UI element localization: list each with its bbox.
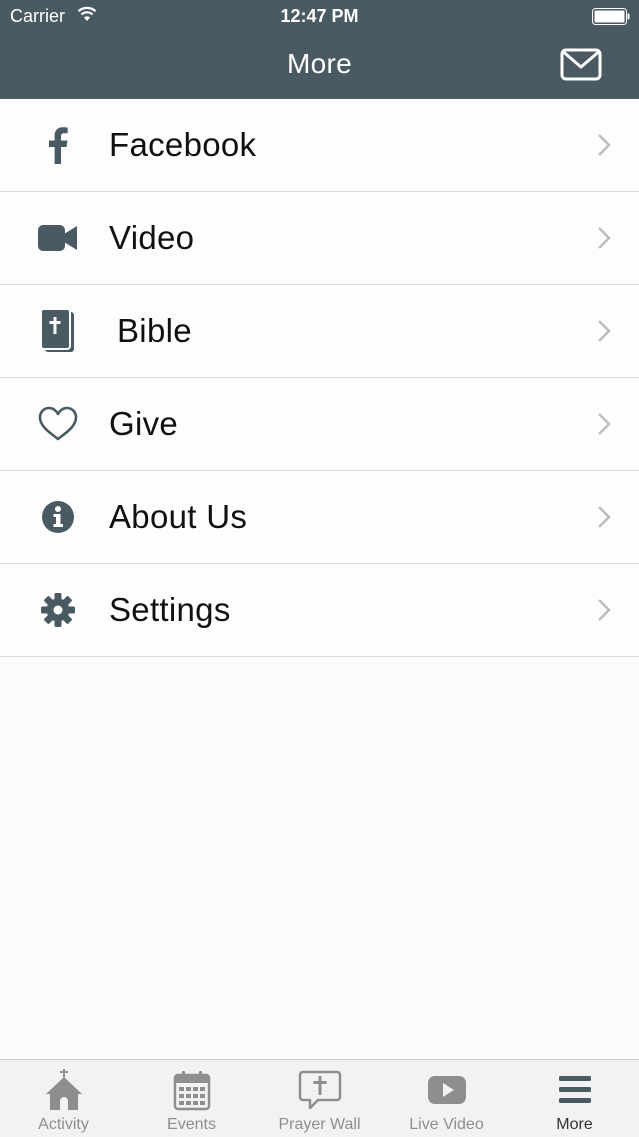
tab-events[interactable]: Events [128,1060,255,1137]
tab-label: Live Video [409,1116,484,1133]
gear-icon [41,593,75,627]
tab-label: More [556,1116,593,1133]
video-camera-icon [38,225,77,251]
play-icon [427,1076,466,1104]
mail-icon [560,48,602,81]
status-time: 12:47 PM [280,6,359,26]
bible-icon [40,309,74,352]
tab-more[interactable]: More [511,1060,638,1137]
more-menu-list: Facebook Video Bible Give About Us Setti… [0,99,639,657]
menu-item-about-us[interactable]: About Us [0,471,639,564]
mail-button[interactable] [560,47,602,83]
navigation-header: Carrier 12:47 PM More [0,0,639,99]
menu-item-give[interactable]: Give [0,378,639,471]
facebook-icon [49,127,68,164]
tab-live-video[interactable]: Live Video [383,1060,510,1137]
chevron-right-icon [598,506,611,528]
menu-item-label: Bible [117,312,192,349]
menu-item-video[interactable]: Video [0,192,639,285]
heart-icon [38,406,78,441]
page-title: More [287,48,352,79]
chevron-right-icon [598,134,611,156]
tab-activity[interactable]: Activity [0,1060,127,1137]
chevron-right-icon [598,227,611,249]
status-bar: Carrier 12:47 PM [0,0,639,32]
chevron-right-icon [598,320,611,342]
menu-item-settings[interactable]: Settings [0,564,639,657]
calendar-icon [173,1071,210,1111]
tab-label: Prayer Wall [278,1116,361,1133]
menu-item-label: Video [109,219,195,256]
tab-label: Events [167,1116,216,1133]
info-icon [42,501,74,533]
tab-bar: Activity Events Prayer Wall Live Video M… [0,1059,639,1137]
menu-item-bible[interactable]: Bible [0,285,639,378]
menu-item-label: Settings [109,591,231,628]
menu-item-label: Give [109,405,179,442]
chevron-right-icon [598,599,611,621]
prayer-bubble-icon [298,1070,341,1110]
menu-icon [558,1076,591,1103]
church-icon [45,1069,82,1110]
chevron-right-icon [598,413,611,435]
tab-prayer-wall[interactable]: Prayer Wall [256,1060,383,1137]
menu-item-facebook[interactable]: Facebook [0,99,639,192]
menu-item-label: Facebook [109,126,257,163]
battery-icon [592,8,630,25]
tab-label: Activity [38,1116,89,1133]
menu-item-label: About Us [109,498,248,535]
